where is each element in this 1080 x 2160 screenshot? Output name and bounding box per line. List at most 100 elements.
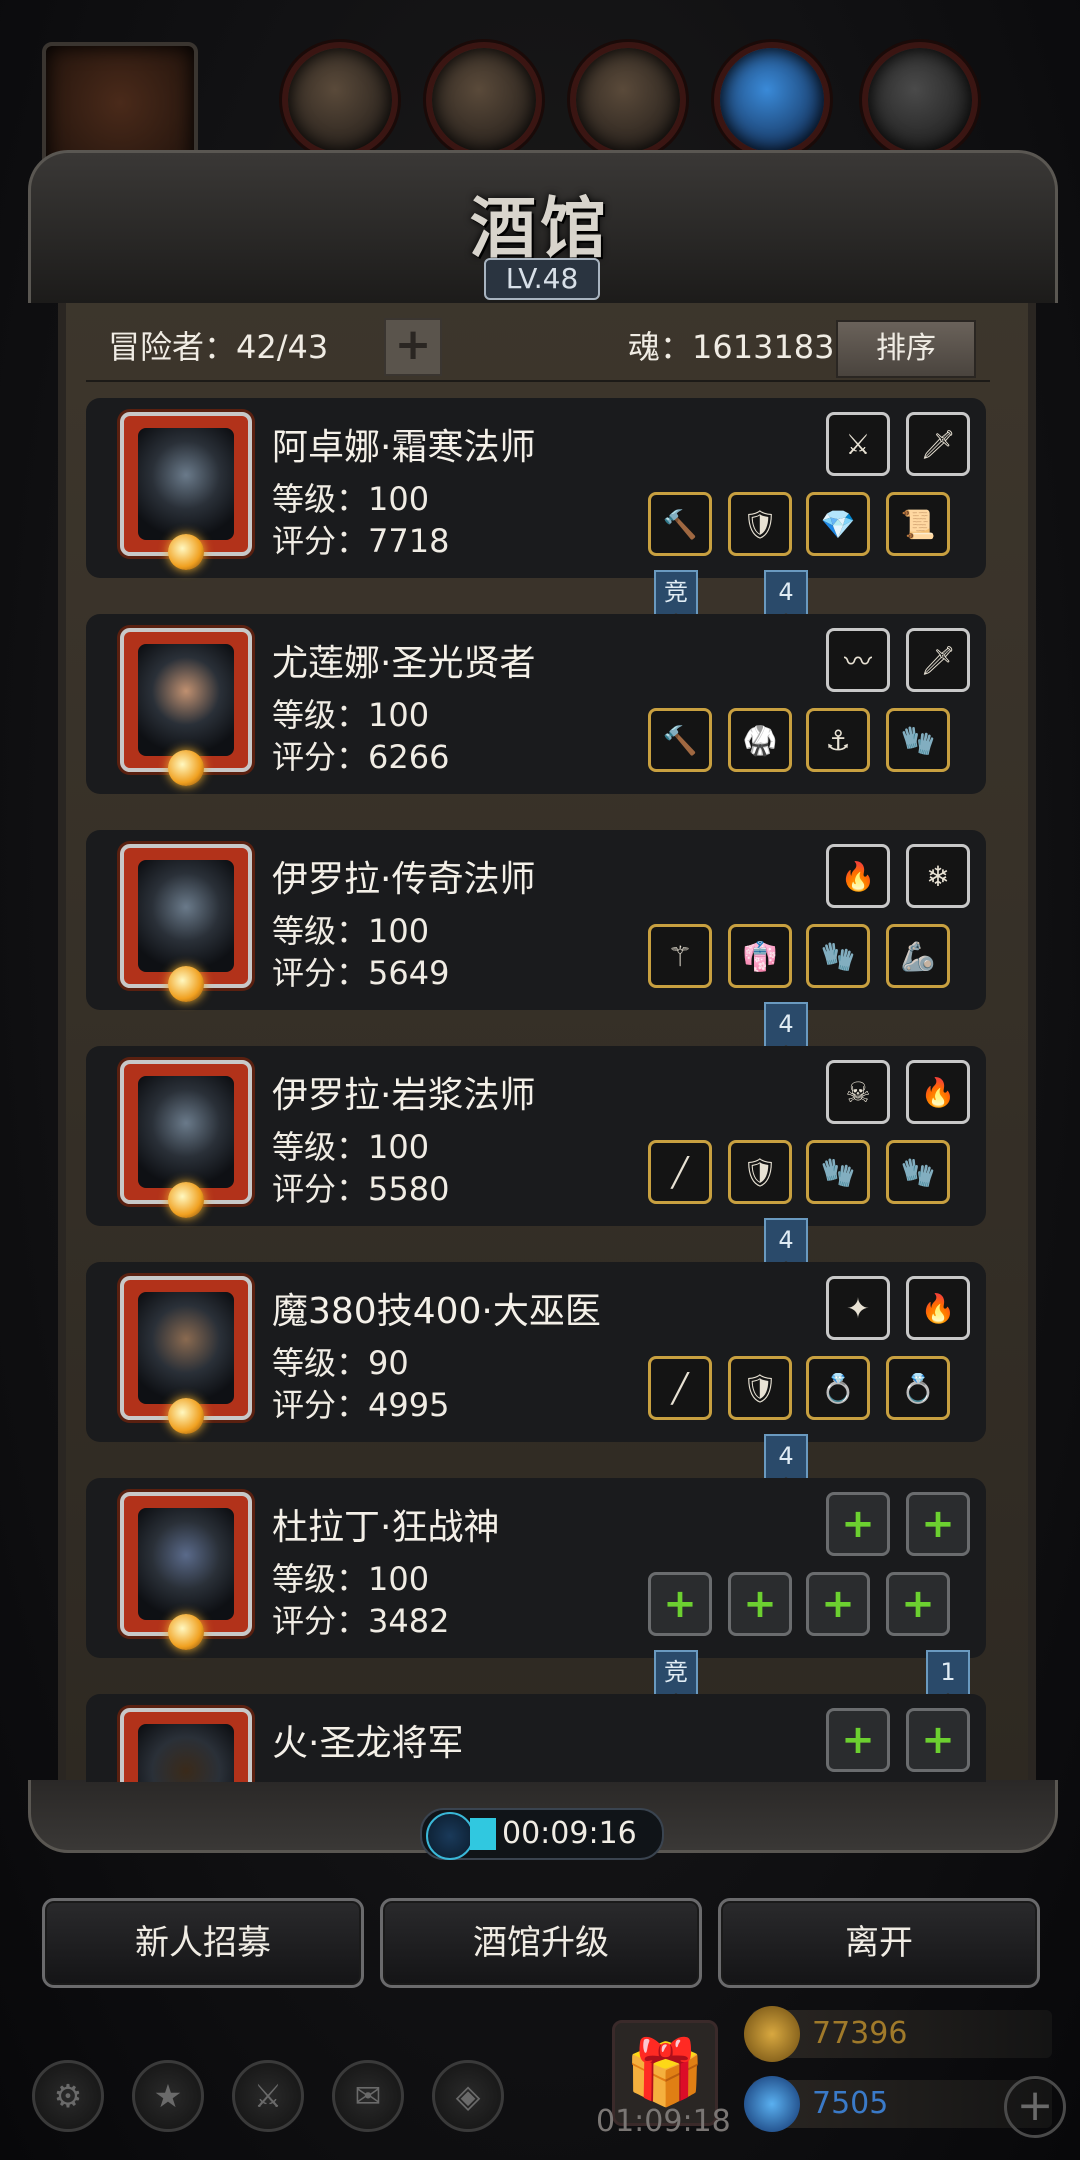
- hero-level: 等级：90: [272, 1344, 409, 1382]
- equip-slot[interactable]: ⚔: [826, 412, 890, 476]
- equip-slot[interactable]: 💎: [806, 492, 870, 556]
- equip-slot[interactable]: ╱: [648, 1140, 712, 1204]
- empty-equip-slot[interactable]: +: [826, 1708, 890, 1772]
- hero-card[interactable]: 杜拉丁·狂战神 等级：100 评分：3482 + + + + + +: [86, 1478, 986, 1658]
- hero-name: 伊罗拉·岩浆法师: [272, 1075, 536, 1116]
- equip-slot[interactable]: 🔥: [906, 1060, 970, 1124]
- equip-slot[interactable]: ⚚: [648, 924, 712, 988]
- hero-face: [138, 1076, 234, 1188]
- equip-slot[interactable]: 〰: [826, 628, 890, 692]
- hero-card[interactable]: 伊罗拉·传奇法师 等级：100 评分：5649 🔥 ❄ ⚚ 👘 🧤 🦾: [86, 830, 986, 1010]
- panel-title: 酒馆: [470, 189, 610, 267]
- empty-equip-slot[interactable]: +: [886, 1572, 950, 1636]
- equip-slot[interactable]: 💍: [806, 1356, 870, 1420]
- equip-slot[interactable]: 🔨: [648, 708, 712, 772]
- soul-count: 魂：1613183: [628, 328, 835, 366]
- iron-ingot-icon: [570, 42, 686, 158]
- empty-equip-slot[interactable]: +: [826, 1492, 890, 1556]
- hero-card[interactable]: 伊罗拉·岩浆法师 等级：100 评分：5580 ☠ 🔥 ╱ 🛡 🧤 🧤: [86, 1046, 986, 1226]
- sort-button[interactable]: 排序: [836, 320, 976, 378]
- hero-level: 等级：100: [272, 1128, 430, 1166]
- hero-score: 评分：4995: [272, 1386, 450, 1424]
- equip-slot[interactable]: 🧤: [806, 924, 870, 988]
- add-currency-button[interactable]: +: [1004, 2076, 1066, 2138]
- star-icon[interactable]: ★: [132, 2060, 204, 2132]
- hero-portrait[interactable]: [120, 628, 252, 786]
- hero-card[interactable]: 阿卓娜·霜寒法师 等级：100 评分：7718 ⚔ 🗡 🔨 🛡 💎 📜: [86, 398, 986, 578]
- tavern-level: LV.48: [484, 258, 600, 300]
- recruit-button[interactable]: 新人招募: [42, 1898, 364, 1988]
- hero-list[interactable]: 阿卓娜·霜寒法师 等级：100 评分：7718 ⚔ 🗡 🔨 🛡 💎 📜 竞 4 尤莲娜·圣光贤者 等级：…: [86, 398, 990, 1782]
- equip-slot[interactable]: 🛡: [728, 1140, 792, 1204]
- equip-slot[interactable]: ❄: [906, 844, 970, 908]
- gold-display: 77396: [744, 2006, 1052, 2062]
- hero-face: [138, 1724, 234, 1782]
- equip-slot[interactable]: 🧤: [886, 708, 950, 772]
- equip-slot[interactable]: 🔥: [826, 844, 890, 908]
- empty-equip-slot[interactable]: +: [806, 1572, 870, 1636]
- equip-slot[interactable]: 🧤: [886, 1140, 950, 1204]
- equip-slot[interactable]: 🛡: [728, 1356, 792, 1420]
- equip-slot[interactable]: 🔨: [648, 492, 712, 556]
- hero-portrait[interactable]: [120, 844, 252, 1002]
- equip-slot[interactable]: 🦾: [886, 924, 950, 988]
- hero-portrait[interactable]: [120, 1060, 252, 1218]
- equip-slot[interactable]: ╱: [648, 1356, 712, 1420]
- hero-level: 等级：100: [272, 696, 430, 734]
- add-slot-button[interactable]: +: [384, 318, 442, 376]
- equip-slot[interactable]: 🥋: [728, 708, 792, 772]
- gold-value: 77396: [812, 2016, 908, 2051]
- equip-slot[interactable]: 📜: [886, 492, 950, 556]
- empty-equip-slot[interactable]: +: [648, 1572, 712, 1636]
- hero-face: [138, 428, 234, 540]
- gift-timer: 01:09:18: [596, 2104, 731, 2139]
- equip-slot[interactable]: ☠: [826, 1060, 890, 1124]
- hero-portrait[interactable]: [120, 1276, 252, 1434]
- hero-name: 杜拉丁·狂战神: [272, 1507, 500, 1548]
- empty-equip-slot[interactable]: +: [906, 1708, 970, 1772]
- hero-portrait[interactable]: [120, 1708, 252, 1782]
- empty-equip-slot[interactable]: +: [906, 1492, 970, 1556]
- shield-icon[interactable]: ⚔: [232, 2060, 304, 2132]
- moon-icon: [168, 534, 204, 570]
- hero-name: 伊罗拉·传奇法师: [272, 859, 536, 900]
- hero-score: 评分：5580: [272, 1170, 450, 1208]
- equip-slot[interactable]: 💍: [886, 1356, 950, 1420]
- upgrade-button[interactable]: 酒馆升级: [380, 1898, 702, 1988]
- gem-value: 7505: [812, 2086, 889, 2121]
- equip-slot[interactable]: 🛡: [728, 492, 792, 556]
- hero-portrait[interactable]: [120, 412, 252, 570]
- hero-level: 等级：100: [272, 1560, 430, 1598]
- equip-slot[interactable]: ✦: [826, 1276, 890, 1340]
- empty-equip-slot[interactable]: +: [728, 1572, 792, 1636]
- hero-card[interactable]: 魔380技400·大巫医 等级：90 评分：4995 ✦ 🔥 ╱ 🛡 💍 💍: [86, 1262, 986, 1442]
- equip-slot[interactable]: 🧤: [806, 1140, 870, 1204]
- bag-icon[interactable]: ◈: [432, 2060, 504, 2132]
- hero-score: 评分：3482: [272, 1602, 450, 1640]
- equip-slot[interactable]: 🔥: [906, 1276, 970, 1340]
- moon-icon: [168, 1614, 204, 1650]
- equip-slot[interactable]: 🗡: [906, 412, 970, 476]
- hero-name: 魔380技400·大巫医: [272, 1291, 601, 1332]
- hero-face: [138, 860, 234, 972]
- leave-button[interactable]: 离开: [718, 1898, 1040, 1988]
- gem-icon: [744, 2076, 800, 2132]
- settings-icon[interactable]: ⚙: [32, 2060, 104, 2132]
- equip-slot[interactable]: 👘: [728, 924, 792, 988]
- hero-face: [138, 644, 234, 756]
- mail-icon[interactable]: ✉: [332, 2060, 404, 2132]
- adventurer-count: 冒险者：42/43: [108, 328, 329, 366]
- timer-bar: 00:09:16: [420, 1808, 664, 1860]
- timer-progress: [470, 1818, 496, 1850]
- hero-face: [138, 1292, 234, 1404]
- hero-card[interactable]: 火·圣龙将军 + +: [86, 1694, 986, 1782]
- hero-portrait[interactable]: [120, 1492, 252, 1650]
- moon-icon: [168, 1182, 204, 1218]
- moon-icon: [168, 1398, 204, 1434]
- equip-slot[interactable]: 🗡: [906, 628, 970, 692]
- equip-slot[interactable]: ⚓: [806, 708, 870, 772]
- clock-icon: [426, 1812, 474, 1860]
- hero-level: 等级：100: [272, 480, 430, 518]
- hero-card[interactable]: 尤莲娜·圣光贤者 等级：100 评分：6266 〰 🗡 🔨 🥋 ⚓ 🧤: [86, 614, 986, 794]
- hero-score: 评分：6266: [272, 738, 450, 776]
